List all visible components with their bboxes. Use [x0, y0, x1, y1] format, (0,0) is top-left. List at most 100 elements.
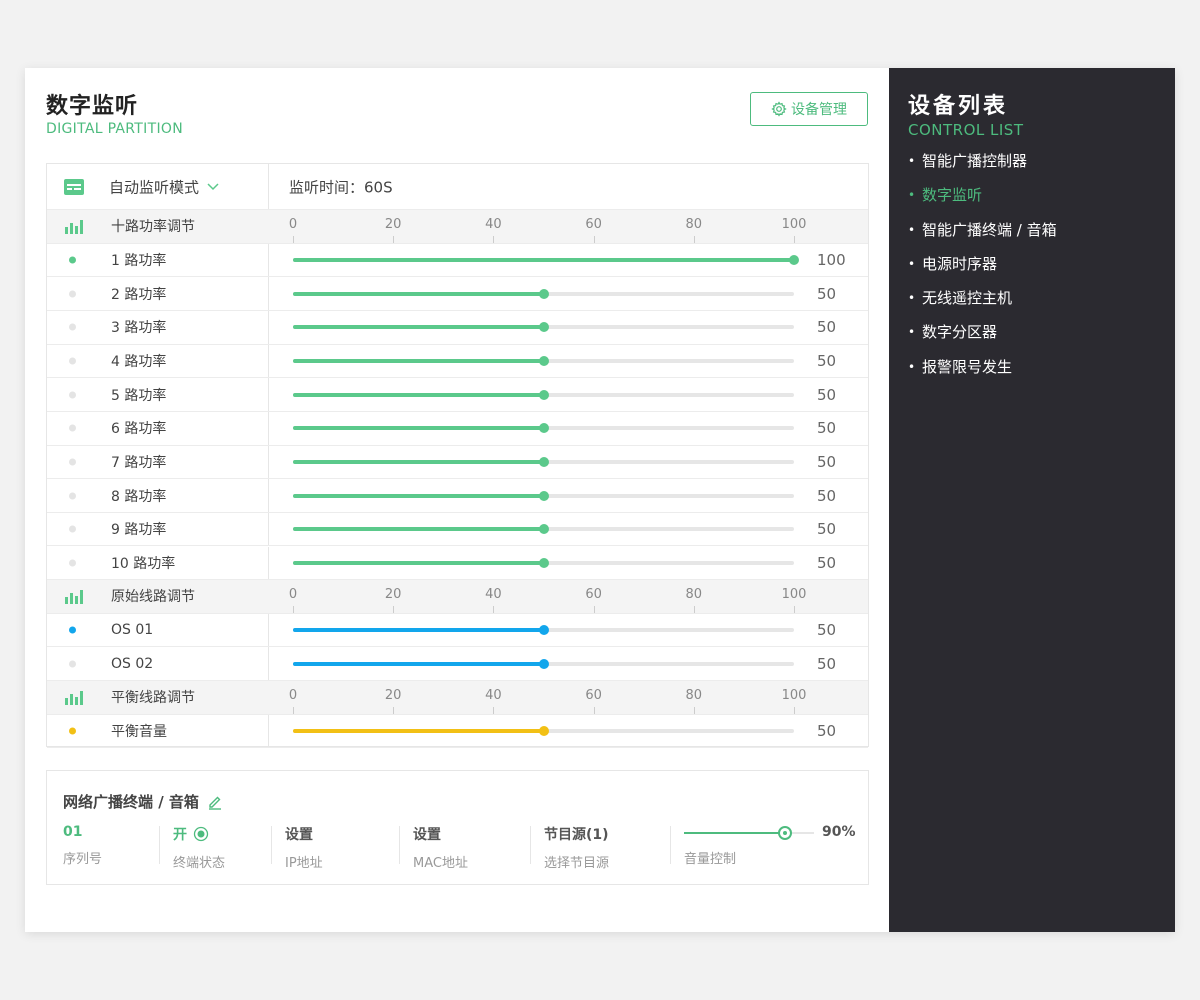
- slider-fill: [293, 325, 544, 330]
- monitor-mode-icon: [64, 178, 84, 195]
- scale-tick-mark: [393, 605, 395, 613]
- slider-fill: [293, 426, 544, 431]
- scale-tick-mark: [693, 706, 695, 714]
- scale-tick-mark: [593, 235, 595, 243]
- slider-fill: [293, 729, 544, 734]
- volume-knob[interactable]: [777, 826, 792, 840]
- slider-row: 10 路功率 50: [47, 546, 868, 581]
- slider-row: 9 路功率 50: [47, 512, 868, 547]
- slider-value: 50: [817, 351, 837, 370]
- slider-value: 50: [817, 654, 837, 673]
- bar-chart-icon: [65, 220, 83, 235]
- slider-fill: [293, 291, 544, 296]
- scale-tick-label: 0: [288, 217, 298, 232]
- slider-track[interactable]: [293, 389, 794, 400]
- scale-tick-mark: [393, 235, 395, 243]
- volume-slider[interactable]: [684, 826, 814, 840]
- device-manage-button[interactable]: 设备管理: [750, 92, 868, 126]
- main-panel: 数字监听 DIGITAL PARTITION 设备管理 自动监听模式 监听时间：…: [25, 68, 889, 932]
- slider-value: 50: [817, 385, 837, 404]
- monitor-mode-dropdown[interactable]: 自动监听模式: [109, 176, 219, 197]
- scale-tick-mark: [493, 706, 495, 714]
- scale-tick-mark: [794, 605, 795, 613]
- scale-tick-mark: [493, 605, 495, 613]
- slider-knob[interactable]: [538, 423, 549, 434]
- scale-tick-mark: [293, 235, 294, 243]
- slider-row: 8 路功率 50: [47, 479, 868, 513]
- slider-knob[interactable]: [538, 355, 549, 366]
- sidebar-item-label: 无线遥控主机: [922, 289, 1013, 308]
- scale-tick-label: 20: [384, 587, 402, 603]
- serial-number: 01: [63, 824, 83, 840]
- slider-fill: [293, 257, 794, 262]
- status-dot: [69, 660, 76, 668]
- slider-track[interactable]: [293, 490, 794, 501]
- slider-knob[interactable]: [538, 524, 549, 535]
- sidebar-item[interactable]: • 电源时序器: [908, 253, 1057, 287]
- slider-fill: [293, 358, 544, 363]
- status-value: 开: [173, 827, 187, 843]
- sidebar-item[interactable]: • 智能广播控制器: [908, 150, 1057, 184]
- bar-chart-icon: [65, 691, 83, 706]
- slider-track[interactable]: [293, 658, 794, 669]
- slider-knob[interactable]: [538, 288, 549, 299]
- sidebar-item[interactable]: • 数字监听: [908, 184, 1057, 218]
- edit-icon[interactable]: [207, 794, 223, 810]
- slider-row: OS 01 50: [47, 613, 868, 648]
- slider-label: 10 路功率: [111, 555, 176, 572]
- slider-track[interactable]: [293, 557, 794, 568]
- slider-value: 100: [817, 250, 846, 269]
- status-toggle[interactable]: 开: [173, 824, 225, 844]
- scale: 0 20 40 60 80 100: [289, 210, 806, 243]
- slider-knob[interactable]: [538, 658, 549, 669]
- ip-settings-link[interactable]: 设置: [285, 824, 323, 844]
- slider-knob[interactable]: [538, 726, 549, 737]
- status-dot: [69, 424, 76, 432]
- slider-value: 50: [817, 284, 837, 303]
- slider-track[interactable]: [293, 625, 794, 636]
- scale: 0 20 40 60 80 100: [289, 580, 806, 613]
- slider-knob[interactable]: [538, 557, 549, 568]
- terminal-col-status: 开 终端状态: [173, 824, 225, 871]
- slider-track[interactable]: [293, 524, 794, 535]
- mac-settings-link[interactable]: 设置: [413, 824, 468, 844]
- slider-track[interactable]: [293, 423, 794, 434]
- col-divider: [271, 826, 272, 864]
- monitor-panel: 自动监听模式 监听时间：60S 十路功率调节 0 20 40 60 80 100 1 路功率 1…: [46, 163, 869, 749]
- sidebar-item[interactable]: • 数字分区器: [908, 321, 1057, 355]
- slider-knob[interactable]: [538, 490, 549, 501]
- slider-knob[interactable]: [538, 322, 549, 333]
- bullet-icon: •: [908, 154, 916, 168]
- sidebar-item[interactable]: • 报警限号发生: [908, 356, 1057, 390]
- slider-track[interactable]: [293, 288, 794, 299]
- bullet-icon: •: [908, 359, 916, 374]
- slider-track[interactable]: [293, 456, 794, 467]
- scale-tick-mark: [593, 605, 595, 613]
- slider-track[interactable]: [293, 355, 794, 366]
- slider-value: 50: [817, 722, 837, 741]
- slider-knob[interactable]: [538, 456, 549, 467]
- slider-track[interactable]: [293, 254, 799, 265]
- slider-value: 50: [817, 486, 837, 505]
- scale-tick-label: 20: [384, 688, 402, 704]
- slider-track[interactable]: [293, 322, 794, 333]
- program-source-link[interactable]: 节目源(1): [544, 824, 609, 844]
- slider-row: 7 路功率 50: [47, 445, 868, 480]
- monitor-mode-label: 自动监听模式: [109, 178, 200, 196]
- radio-on-icon: [193, 826, 209, 842]
- slider-track[interactable]: [293, 726, 794, 737]
- monitor-time: 监听时间：60S: [289, 178, 393, 196]
- slider-knob[interactable]: [789, 254, 799, 265]
- page-title: 数字监听: [46, 94, 139, 119]
- slider-label: 4 路功率: [111, 353, 167, 370]
- slider-knob[interactable]: [538, 625, 549, 636]
- scale-tick-label: 20: [384, 217, 402, 232]
- slider-knob[interactable]: [538, 389, 549, 400]
- scale: 0 20 40 60 80 100: [289, 681, 806, 714]
- slider-label: 7 路功率: [111, 454, 167, 471]
- slider-label: 平衡音量: [111, 724, 167, 741]
- status-dot: [69, 290, 76, 298]
- col-divider: [399, 826, 400, 864]
- sidebar-item[interactable]: • 智能广播终端 / 音箱: [908, 219, 1057, 253]
- sidebar-item[interactable]: • 无线遥控主机: [908, 287, 1057, 321]
